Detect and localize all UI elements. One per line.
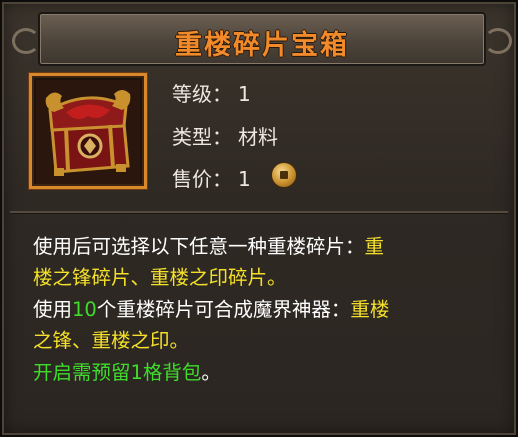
description-line-2: 楼之锋碎片、重楼之印碎片。 <box>33 263 493 292</box>
level-value: 1 <box>238 82 251 106</box>
title-bar: 重楼碎片宝箱 <box>12 12 512 66</box>
description-line-5: 开启需预留1格背包。 <box>33 361 221 384</box>
description-line-4: 之锋、重楼之印。 <box>33 326 493 355</box>
description-line-3: 使用10个重楼碎片可合成魔界神器：重楼 <box>33 298 390 321</box>
highlight-artifact: 重楼 <box>350 298 390 321</box>
coin-icon <box>272 163 296 187</box>
level-label: 等级： <box>172 82 232 106</box>
type-row: 类型： 材料 <box>172 121 278 150</box>
divider <box>10 211 508 213</box>
item-tooltip-panel: 重楼碎片宝箱 等级： 1 类型： 材料 售价： 1 使用后可选择以下任意一种重楼… <box>0 0 518 437</box>
type-value: 材料 <box>238 125 278 149</box>
highlight-count: 10 <box>72 298 97 321</box>
price-label: 售价： <box>172 167 232 191</box>
type-label: 类型： <box>172 125 232 149</box>
item-icon-frame <box>29 73 147 189</box>
highlight-artifact-cont: 之锋、重楼之印。 <box>33 329 190 352</box>
highlight-item-names: 楼之锋碎片、重楼之印碎片。 <box>33 266 287 289</box>
highlight-item-name: 重 <box>364 235 385 258</box>
description-line-1: 使用后可选择以下任意一种重楼碎片：重 <box>33 235 385 258</box>
treasure-chest-icon <box>36 80 140 184</box>
level-row: 等级： 1 <box>172 78 251 107</box>
price-value: 1 <box>238 167 251 191</box>
price-row: 售价： 1 <box>172 163 251 192</box>
bag-space-notice: 开启需预留1格背包 <box>33 361 202 384</box>
item-title: 重楼碎片宝箱 <box>175 30 349 61</box>
